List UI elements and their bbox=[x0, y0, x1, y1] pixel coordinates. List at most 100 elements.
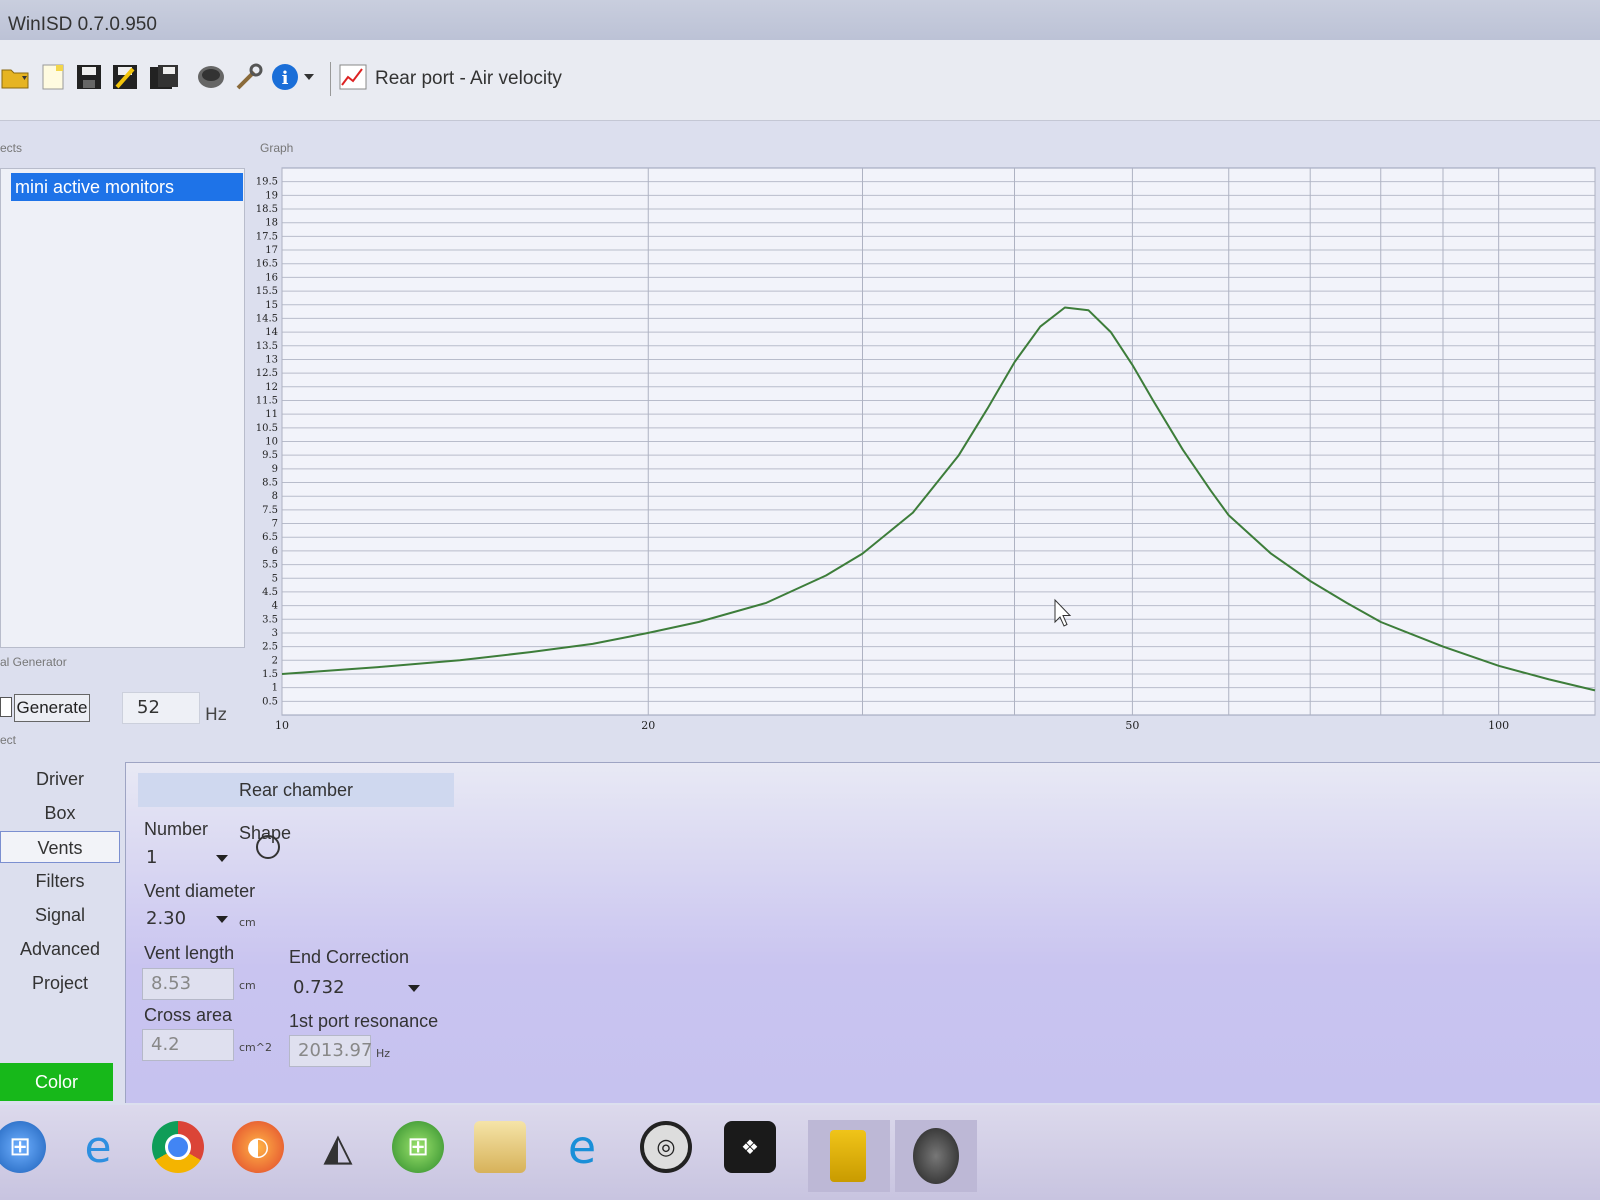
y-tick-label: 19 bbox=[265, 190, 278, 201]
tools-icon[interactable] bbox=[234, 62, 264, 92]
vent-diameter-value: 2.30 bbox=[146, 908, 187, 929]
y-tick-label: 3 bbox=[272, 628, 278, 639]
y-tick-label: 0.5 bbox=[262, 696, 278, 707]
cross-area-label: Cross area bbox=[144, 1005, 233, 1025]
new-project-icon[interactable] bbox=[38, 62, 68, 92]
search-magnifier-icon[interactable]: ◎ bbox=[640, 1121, 692, 1173]
fox-app-icon[interactable]: ◭ bbox=[312, 1121, 364, 1173]
y-tick-label: 7 bbox=[272, 519, 278, 530]
y-tick-label: 12.5 bbox=[256, 368, 278, 379]
y-tick-label: 14 bbox=[265, 327, 278, 338]
nav-item-filters[interactable]: Filters bbox=[0, 865, 120, 897]
file-explorer-icon[interactable] bbox=[474, 1121, 526, 1173]
nav-item-box[interactable]: Box bbox=[0, 797, 120, 829]
vent-length-input[interactable]: 8.53 bbox=[142, 968, 234, 1000]
signal-generator-caption: al Generator bbox=[0, 655, 67, 669]
x-tick-label: 20 bbox=[641, 719, 655, 732]
save-as-icon[interactable] bbox=[110, 62, 140, 92]
y-tick-label: 17.5 bbox=[256, 231, 278, 242]
save-icon[interactable] bbox=[74, 62, 104, 92]
color-button[interactable]: Color bbox=[0, 1063, 113, 1101]
port-resonance-unit: Hz bbox=[376, 1047, 391, 1060]
tidal-icon[interactable]: ❖ bbox=[724, 1121, 776, 1173]
number-value: 1 bbox=[146, 847, 158, 868]
y-tick-label: 4.5 bbox=[262, 587, 278, 598]
generate-button[interactable]: Generate bbox=[14, 694, 90, 722]
y-tick-label: 16 bbox=[265, 272, 278, 283]
open-folder-icon[interactable] bbox=[0, 62, 30, 92]
toolbar: i Rear port - Air velocity bbox=[0, 40, 1600, 121]
title-bar: WinISD 0.7.0.950 bbox=[0, 0, 1600, 40]
nav-item-vents[interactable]: Vents bbox=[0, 831, 120, 863]
y-tick-label: 2 bbox=[272, 655, 278, 666]
generate-checkbox[interactable] bbox=[0, 697, 12, 717]
y-tick-label: 11.5 bbox=[256, 395, 278, 406]
number-select[interactable]: 1 bbox=[142, 843, 232, 873]
nav-item-signal[interactable]: Signal bbox=[0, 899, 120, 931]
port-resonance-field: 2013.97 bbox=[289, 1035, 372, 1067]
y-tick-label: 16.5 bbox=[256, 259, 278, 270]
window-title: WinISD 0.7.0.950 bbox=[8, 14, 157, 35]
nav-item-project[interactable]: Project bbox=[0, 967, 120, 999]
taskbar-speaker-app[interactable] bbox=[895, 1120, 977, 1192]
y-tick-label: 17 bbox=[265, 245, 278, 256]
vent-length-unit: cm bbox=[239, 979, 256, 992]
nav-item-driver[interactable]: Driver bbox=[0, 763, 120, 795]
nav-item-advanced[interactable]: Advanced bbox=[0, 933, 120, 965]
windows-media-icon[interactable]: ⊞ bbox=[392, 1121, 444, 1173]
x-tick-label: 10 bbox=[275, 719, 289, 732]
y-tick-label: 18 bbox=[265, 218, 278, 229]
y-tick-label: 5 bbox=[272, 573, 278, 584]
y-tick-label: 9 bbox=[272, 464, 278, 475]
y-tick-label: 13 bbox=[265, 354, 278, 365]
speaker-driver-icon[interactable] bbox=[196, 62, 226, 92]
y-tick-label: 2.5 bbox=[262, 642, 278, 653]
vent-diameter-label: Vent diameter bbox=[144, 881, 256, 901]
internet-explorer-icon[interactable]: e bbox=[72, 1121, 124, 1173]
start-button-icon[interactable]: ⊞ bbox=[0, 1121, 46, 1173]
number-chevron-down-icon bbox=[216, 855, 228, 862]
y-tick-label: 8.5 bbox=[262, 478, 278, 489]
vent-diameter-select[interactable]: 2.30 bbox=[142, 904, 232, 934]
info-icon[interactable]: i bbox=[270, 62, 300, 92]
diameter-chevron-down-icon bbox=[216, 916, 228, 923]
y-tick-label: 12 bbox=[265, 382, 278, 393]
frequency-unit: Hz bbox=[205, 705, 227, 725]
y-tick-label: 15 bbox=[265, 300, 278, 311]
frequency-input[interactable]: 52 bbox=[122, 692, 200, 724]
vent-diameter-unit: cm bbox=[239, 916, 256, 929]
end-correction-value: 0.732 bbox=[293, 977, 345, 998]
graph-chart-icon[interactable] bbox=[338, 62, 368, 92]
cross-area-field: 4.2 bbox=[142, 1029, 234, 1061]
port-resonance-label: 1st port resonance bbox=[289, 1011, 439, 1031]
projects-caption: ects bbox=[0, 141, 23, 155]
save-all-icon[interactable] bbox=[148, 62, 178, 92]
project-list[interactable]: mini active monitors bbox=[0, 168, 245, 648]
y-tick-label: 8 bbox=[272, 491, 278, 502]
x-tick-label: 50 bbox=[1125, 719, 1139, 732]
y-tick-label: 1 bbox=[272, 683, 278, 694]
x-tick-label: 100 bbox=[1488, 719, 1509, 732]
chrome-icon[interactable] bbox=[152, 1121, 204, 1173]
air-velocity-chart: 0.511.522.533.544.555.566.577.588.599.51… bbox=[256, 167, 1596, 732]
y-tick-label: 7.5 bbox=[262, 505, 278, 516]
taskbar-active-app[interactable] bbox=[808, 1120, 890, 1192]
firefox-icon[interactable]: ◐ bbox=[232, 1121, 284, 1173]
round-shape-icon[interactable] bbox=[256, 835, 280, 859]
y-tick-label: 1.5 bbox=[262, 669, 278, 680]
y-tick-label: 18.5 bbox=[256, 204, 278, 215]
graph-panel: 0.5 1 1.5 2 2.5 3 3.5 4 4.5 5 5.5 6 6.5 7 7.5 8 8.5 9 9.5 1… bbox=[250, 160, 1600, 760]
y-tick-label: 6.5 bbox=[262, 532, 278, 543]
project-item-selected[interactable]: mini active monitors bbox=[11, 173, 243, 201]
taskbar: ⊞ e ◐ ◭ ⊞ e ◎ ❖ bbox=[0, 1105, 1600, 1200]
vent-length-label: Vent length bbox=[144, 943, 235, 963]
info-dropdown-chevron-down-icon[interactable] bbox=[302, 62, 316, 92]
vents-panel: Rear chamber Number 1 Shape Vent diamete… bbox=[125, 762, 1600, 1103]
graph-type-selector[interactable]: Rear port - Air velocity bbox=[375, 68, 562, 90]
edge-icon[interactable]: e bbox=[556, 1120, 608, 1174]
y-tick-label: 11 bbox=[265, 409, 278, 420]
speaker-app-icon bbox=[913, 1128, 959, 1184]
end-correction-select[interactable]: 0.732 bbox=[289, 973, 424, 1003]
y-tick-label: 5.5 bbox=[262, 560, 278, 571]
select-caption: ect bbox=[0, 733, 17, 747]
